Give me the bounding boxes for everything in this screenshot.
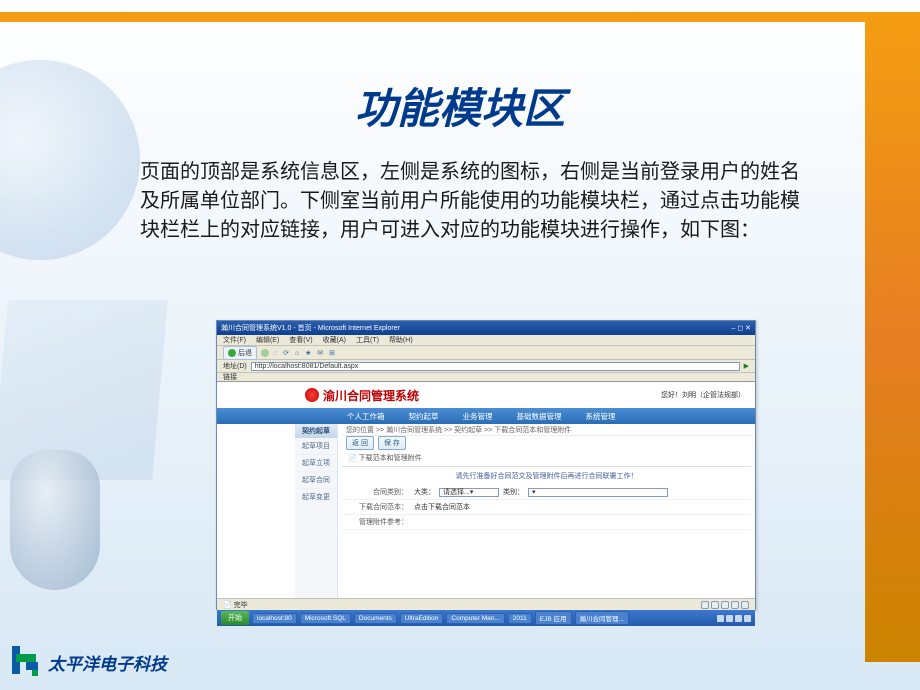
menu-tools[interactable]: 工具(T) [356,335,379,345]
label-major: 大类： [414,487,435,497]
app-nav: 个人工作箱 契约起草 业务管理 基础数据管理 系统管理 [217,408,755,424]
task-item-6[interactable]: EJB 应用 [535,611,572,625]
sidebar: 契约起草 起草项目 起草立项 起草合同 起草变更 [295,424,338,598]
go-button[interactable]: ▶ [744,362,749,370]
forward-icon[interactable] [261,349,269,357]
select-type[interactable]: ▾ [528,488,668,497]
browser-titlebar: 瀚川合同管理系统V1.0 - 首页 - Microsoft Internet E… [217,321,755,335]
user-info: 您好！刘明（企管法规部） [661,390,745,400]
system-tray [717,615,751,622]
status-text: 📄 完毕 [223,600,248,610]
bg-globe [0,60,140,260]
app-header: 渝川合同管理系统 您好！刘明（企管法规部） [217,382,755,408]
form-row-attach: 管理附件参考： [342,515,751,530]
embedded-screenshot: 瀚川合同管理系统V1.0 - 首页 - Microsoft Internet E… [216,320,756,610]
app-main: 契约起草 起草项目 起草立项 起草合同 起草变更 您的位置 >> 瀚川合同管理系… [217,424,755,598]
addr-label: 地址(D) [223,361,247,371]
nav-contract-draft[interactable]: 契约起草 [409,411,439,422]
bg-mouse [10,450,100,590]
toolbar-icons: ◌ ⟳ ⌂ ★ ✉ ⊞ [273,349,337,357]
sidebar-item-project[interactable]: 起草项目 [295,438,337,455]
label-type: 类别： [503,487,524,497]
form-row-download: 下载合同范本： 点击下载合同范本 [342,500,751,515]
task-item-4[interactable]: Computer Man... [446,613,504,624]
task-item-1[interactable]: Microsoft SQL [300,613,351,624]
hint-text: 请先行准备好合同范文及管理附件后再进行合同联署工作！ [342,467,751,485]
browser-linksbar: 链接 [217,373,755,382]
menu-file[interactable]: 文件(F) [223,335,246,345]
start-button[interactable]: 开始 [221,611,249,625]
menu-fav[interactable]: 收藏(A) [323,335,346,345]
back-button[interactable]: 后退 [223,346,257,360]
slide-body-text: 页面的顶部是系统信息区，左侧是系统的图标，右侧是当前登录用户的姓名及所属单位部门… [140,158,810,245]
content-area: 您的位置 >> 瀚川合同管理系统 >> 契约起草 >> 下载合同范本和管理附件 … [338,424,755,598]
save-action-button[interactable]: 保 存 [378,436,406,450]
browser-addressbar: 地址(D) http://localhost:8081/Default.aspx… [217,360,755,373]
download-link[interactable]: 点击下载合同范本 [414,502,470,512]
nav-system[interactable]: 系统管理 [586,411,616,422]
right-orange-panel [865,22,920,662]
sidebar-header: 契约起草 [295,424,337,438]
nav-workbox[interactable]: 个人工作箱 [347,411,385,422]
browser-toolbar: 后退 ◌ ⟳ ⌂ ★ ✉ ⊞ [217,346,755,360]
label-download: 下载合同范本： [342,502,414,512]
form-row-category: 合同类别： 大类： 请选择... ▾ 类别： ▾ [342,485,751,500]
sidebar-item-contract[interactable]: 起草合同 [295,472,337,489]
task-item-7[interactable]: 瀚川合同管理... [575,611,629,625]
browser-menubar: 文件(F) 编辑(E) 查看(V) 收藏(A) 工具(T) 帮助(H) [217,335,755,346]
task-item-5[interactable]: 2011 [508,613,532,624]
back-action-button[interactable]: 返 回 [346,436,374,450]
nav-basicdata[interactable]: 基础数据管理 [517,411,562,422]
window-controls: – ◻ ✕ [732,324,751,332]
section-title: 📄 下载范本和管理附件 [342,450,751,467]
select-major[interactable]: 请选择... ▾ [439,488,499,497]
windows-taskbar: 开始 localhost:80 Microsoft SQL Documents … [217,610,755,626]
app-logo-icon [305,388,319,402]
task-item-2[interactable]: Documents [354,613,397,624]
app-logo-area: 渝川合同管理系统 [305,387,419,404]
sidebar-item-change[interactable]: 起草变更 [295,489,337,506]
footer-company: 太平洋电子科技 [48,650,167,675]
task-item-3[interactable]: UltraEdition [400,613,444,624]
slide-footer: 太平洋电子科技 [8,642,167,682]
slide-title: 功能模块区 [355,75,565,136]
menu-view[interactable]: 查看(V) [289,335,312,345]
menu-help[interactable]: 帮助(H) [389,335,413,345]
browser-statusbar: 📄 完毕 [217,598,755,610]
window-title: 瀚川合同管理系统V1.0 - 首页 - Microsoft Internet E… [221,323,400,333]
breadcrumb: 您的位置 >> 瀚川合同管理系统 >> 契约起草 >> 下载合同范本和管理附件 [342,424,751,436]
footer-logo-icon [8,642,42,682]
back-icon [228,349,236,357]
task-item-0[interactable]: localhost:80 [252,613,297,624]
address-input[interactable]: http://localhost:8081/Default.aspx [251,362,740,371]
label-category: 合同类别： [342,487,414,497]
status-icons [701,601,749,609]
nav-business[interactable]: 业务管理 [463,411,493,422]
bg-keyboard [0,300,168,480]
app-title: 渝川合同管理系统 [323,387,419,404]
menu-edit[interactable]: 编辑(E) [256,335,279,345]
label-attach: 管理附件参考： [342,517,414,527]
sidebar-item-setup[interactable]: 起草立项 [295,455,337,472]
top-orange-bar [0,12,920,22]
action-bar: 返 回 保 存 [342,436,751,450]
